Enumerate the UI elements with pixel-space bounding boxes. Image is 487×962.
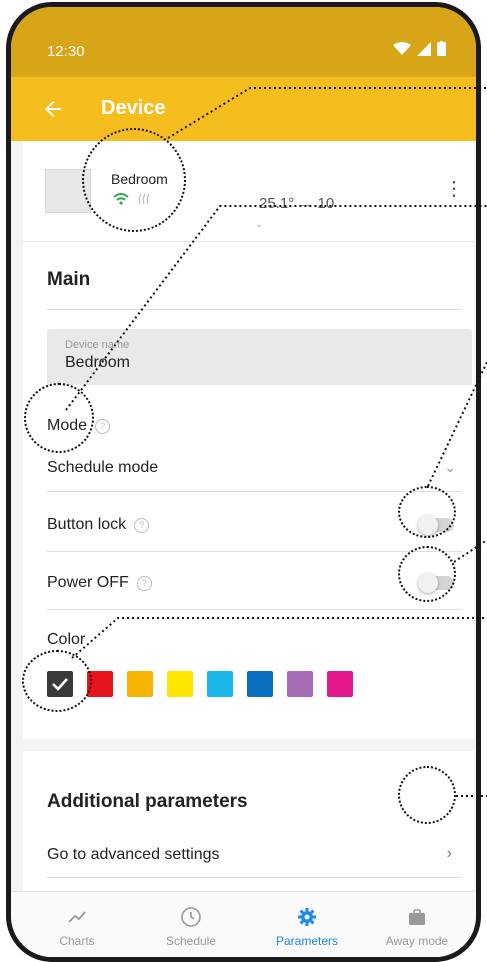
device-name-field-value: Bedroom [65, 354, 130, 371]
advanced-settings-link[interactable]: Go to advanced settings [47, 846, 220, 864]
advanced-settings-label: Go to advanced settings [47, 846, 220, 863]
color-swatch[interactable] [127, 671, 153, 697]
section-spacer [23, 739, 474, 751]
nav-label: Parameters [275, 934, 339, 948]
section-title-main: Main [47, 269, 91, 290]
color-swatch[interactable] [247, 671, 273, 697]
temperature-arrow: → [298, 195, 314, 212]
target-temperature: 10 [317, 195, 335, 212]
annotation-circle [82, 128, 186, 232]
divider [47, 877, 462, 878]
status-time: 12:30 [47, 43, 85, 60]
color-swatch[interactable] [167, 671, 193, 697]
nav-label: Away mode [385, 934, 449, 948]
color-swatch[interactable] [327, 671, 353, 697]
app-bar: Device [11, 77, 476, 141]
help-icon[interactable]: ? [95, 418, 111, 434]
button-lock-row: Button lock ? [47, 516, 150, 534]
mode-select[interactable]: Schedule mode [47, 459, 158, 477]
bottom-navigation: Charts Schedule Parameters Away mode [11, 891, 476, 957]
clock-icon [181, 907, 201, 927]
nav-item-schedule[interactable]: Schedule [141, 906, 241, 948]
gear-icon [298, 908, 316, 926]
wifi-icon [393, 41, 411, 55]
annotation-circle [398, 766, 456, 824]
button-lock-label: Button lock [47, 516, 127, 533]
chart-line-icon [68, 911, 86, 923]
mode-value: Schedule mode [47, 459, 159, 476]
color-swatches [47, 671, 353, 697]
more-options-icon[interactable]: ⋮ [444, 179, 464, 199]
status-icons [393, 41, 446, 56]
divider [47, 491, 462, 492]
help-icon[interactable]: ? [134, 517, 150, 533]
expand-chevron-icon[interactable]: ⌄ [255, 219, 263, 230]
annotation-circle [398, 486, 456, 538]
divider [47, 609, 462, 610]
device-name-field-label: Device name [65, 339, 130, 351]
color-swatch[interactable] [287, 671, 313, 697]
divider [47, 309, 462, 310]
page-title: Device [101, 97, 166, 119]
chevron-right-icon[interactable]: › [447, 845, 452, 863]
annotation-circle [398, 546, 456, 602]
divider [47, 551, 462, 552]
color-swatch[interactable] [207, 671, 233, 697]
help-icon[interactable]: ? [136, 575, 152, 591]
content: Bedroom 25.1° → 10 ⌄ ⋮ Main Device name … [23, 141, 474, 957]
nav-item-parameters[interactable]: Parameters [257, 906, 357, 948]
mode-dropdown-chevron-icon[interactable]: ⌄ [444, 459, 456, 476]
status-bar: 12:30 [11, 7, 476, 77]
battery-icon [437, 41, 446, 56]
briefcase-icon [409, 909, 425, 925]
back-arrow-icon[interactable] [41, 97, 65, 121]
section-title-additional: Additional parameters [47, 791, 248, 812]
power-off-row: Power OFF ? [47, 574, 152, 592]
nav-item-charts[interactable]: Charts [27, 906, 127, 948]
nav-label: Charts [59, 934, 95, 948]
color-label: Color [47, 631, 86, 648]
signal-icon [417, 41, 431, 56]
current-temperature: 25.1° [259, 195, 295, 212]
power-off-label: Power OFF [47, 574, 129, 591]
device-name-field[interactable]: Device name Bedroom [47, 329, 472, 385]
annotation-circle [24, 383, 94, 453]
annotation-circle [22, 650, 92, 712]
temperature-readout: 25.1° → 10 [259, 195, 334, 212]
nav-item-away-mode[interactable]: Away mode [367, 906, 467, 948]
nav-label: Schedule [165, 934, 217, 948]
